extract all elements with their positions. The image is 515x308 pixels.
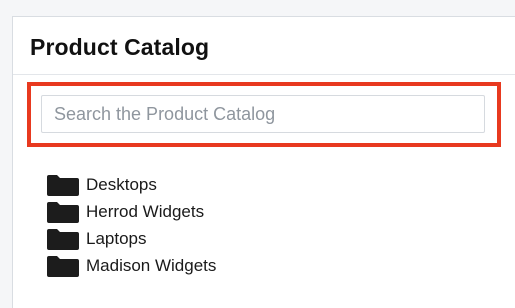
folder-item-madison-widgets[interactable]: Madison Widgets (46, 252, 216, 279)
folder-icon (46, 255, 80, 277)
folder-icon (46, 174, 80, 196)
folder-label: Herrod Widgets (86, 201, 205, 221)
panel-header: Product Catalog (13, 17, 515, 75)
folder-icon (46, 201, 80, 223)
folder-list: Desktops Herrod Widgets Laptops Madison … (46, 171, 216, 279)
folder-label: Laptops (86, 228, 147, 248)
product-catalog-panel: Product Catalog Desktops Herrod Widgets … (12, 16, 515, 308)
panel-title: Product Catalog (30, 34, 210, 60)
search-highlight-box (27, 82, 501, 147)
folder-label: Madison Widgets (86, 255, 217, 275)
folder-item-laptops[interactable]: Laptops (46, 225, 216, 252)
search-input[interactable] (41, 95, 485, 133)
folder-item-herrod-widgets[interactable]: Herrod Widgets (46, 198, 216, 225)
folder-label: Desktops (86, 174, 157, 194)
folder-item-desktops[interactable]: Desktops (46, 171, 216, 198)
folder-icon (46, 228, 80, 250)
